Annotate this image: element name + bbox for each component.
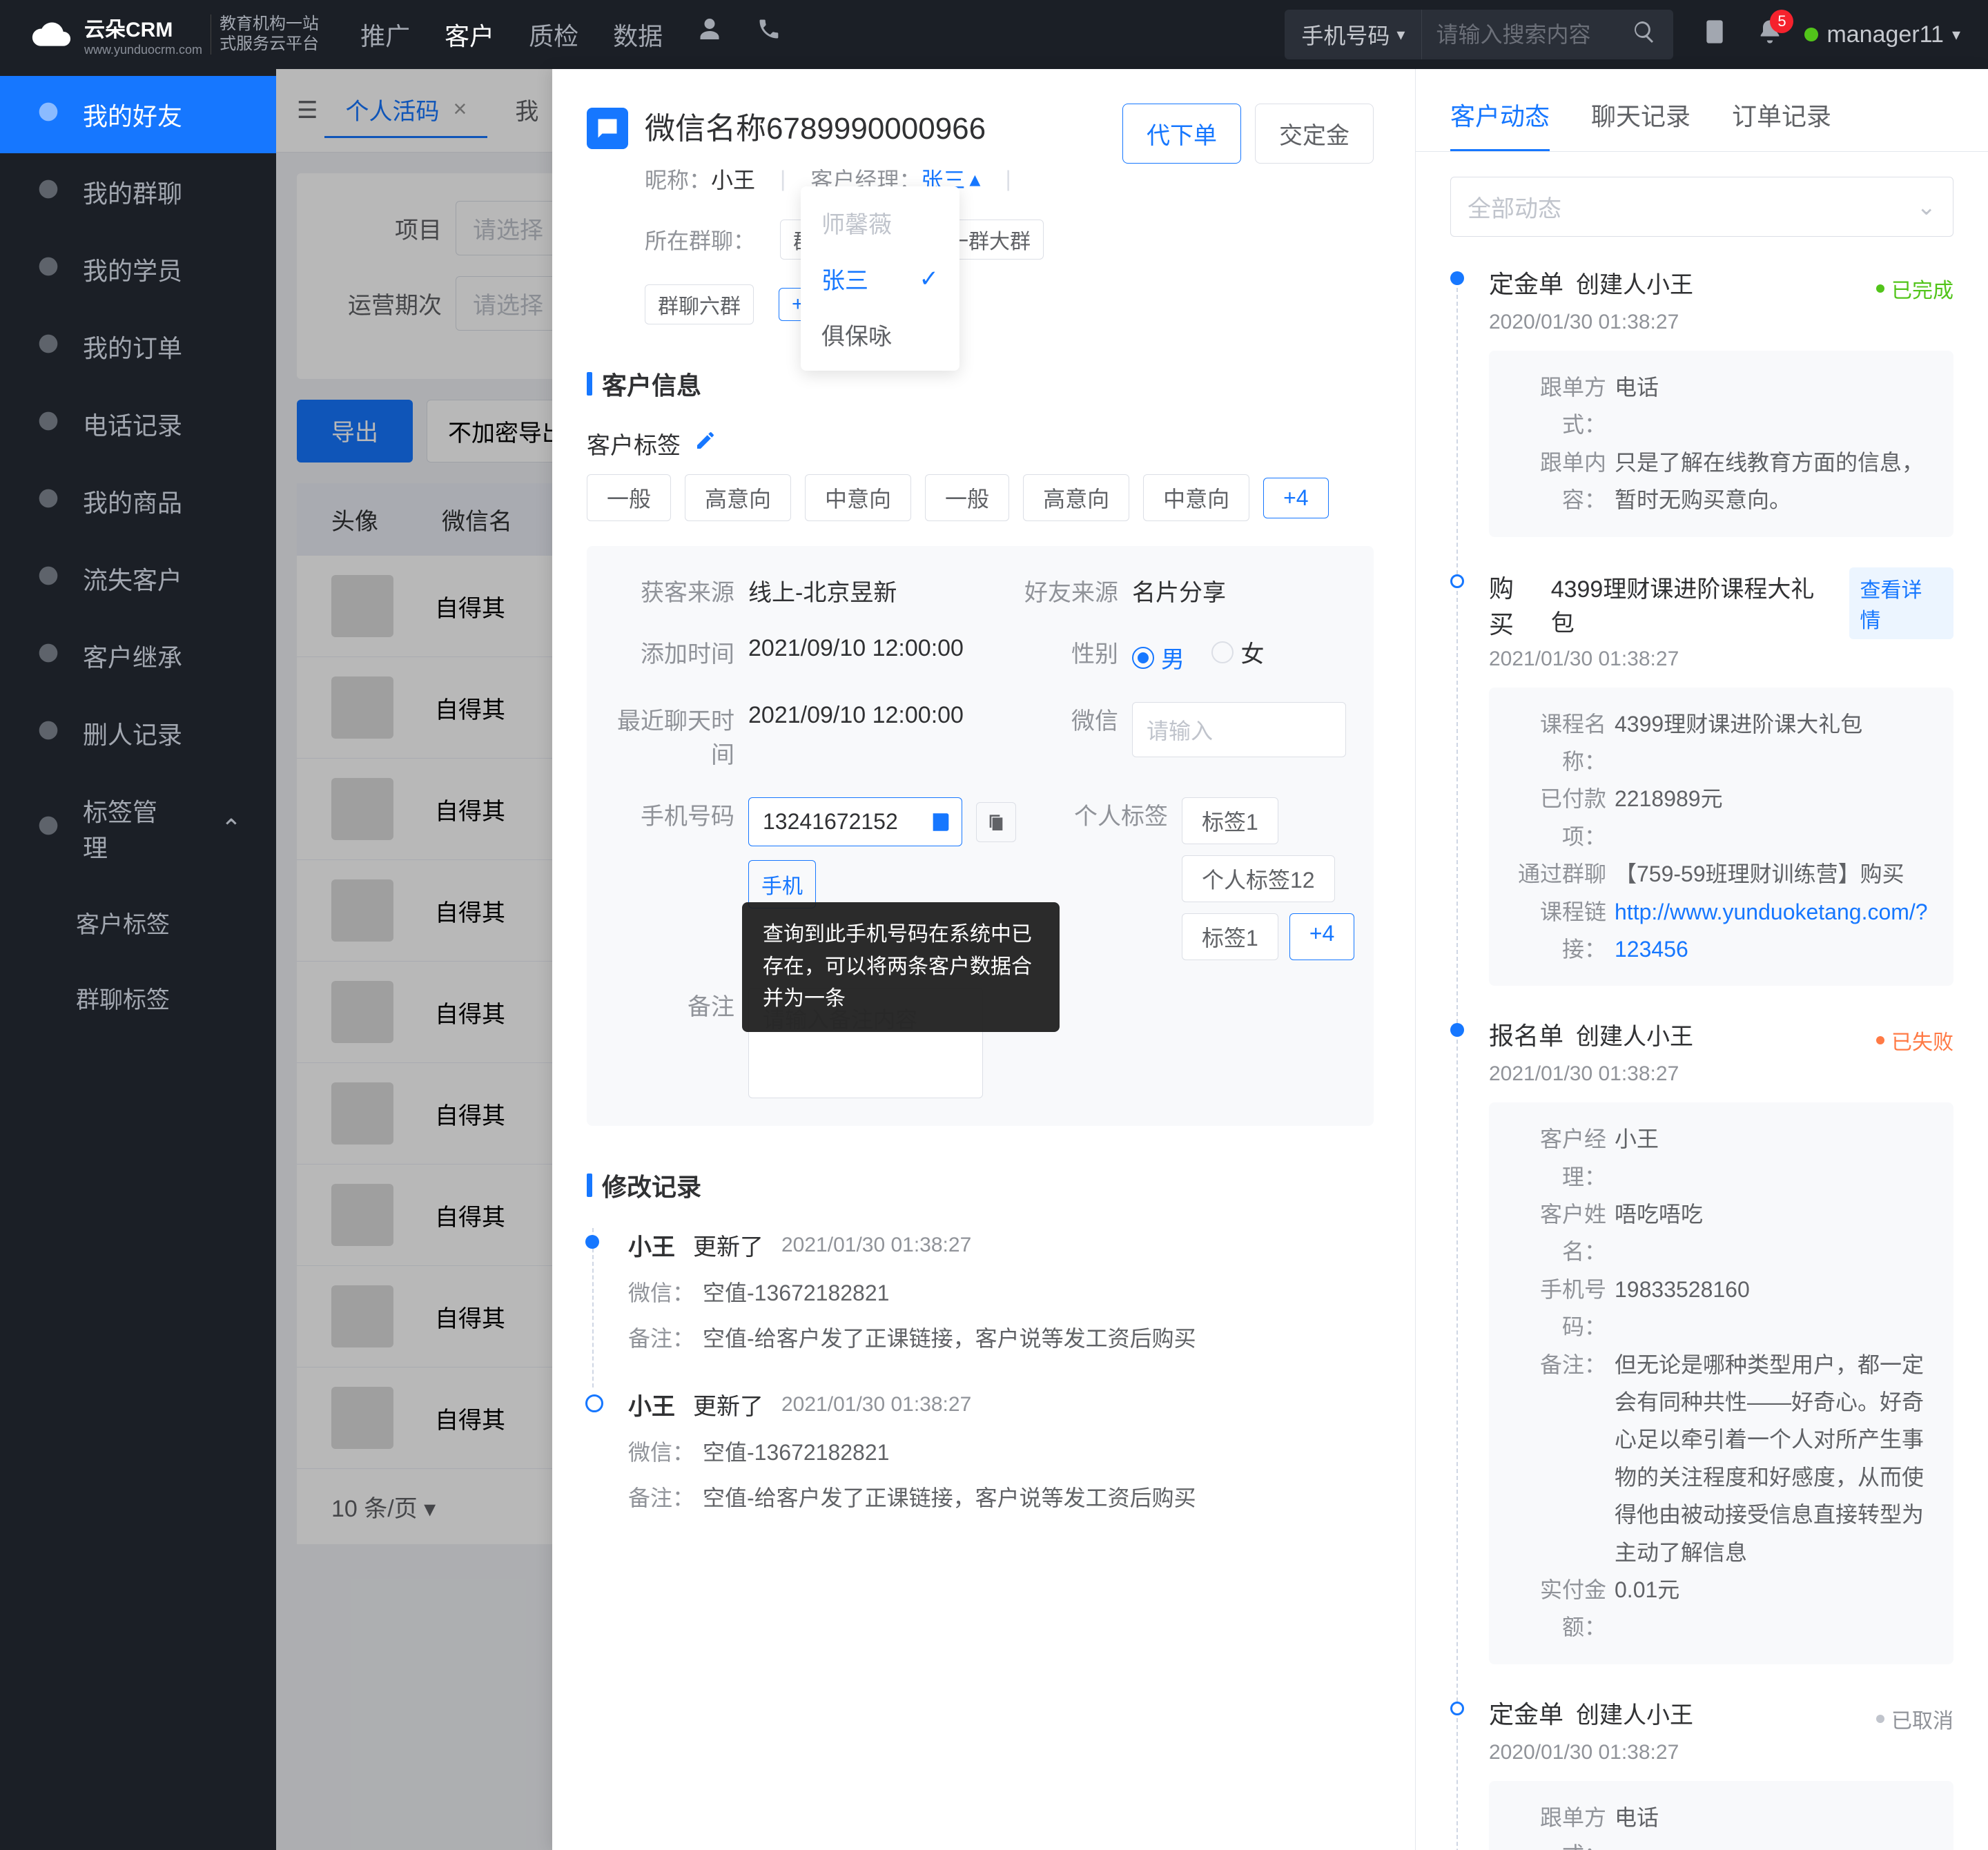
logo-text: 云朵CRM (84, 12, 202, 43)
sidebar-item[interactable]: 标签管理⌃ (0, 772, 276, 885)
contacts-icon[interactable] (929, 810, 953, 834)
manager-dropdown: 师馨薇 张三✓ 俱保咏 (801, 186, 959, 371)
tab-orders[interactable]: 订单记录 (1732, 97, 1831, 151)
inherit-icon (35, 639, 62, 673)
add-phone-button[interactable]: 手机 查询到此手机号码在系统中已存在，可以将两条客户数据合并为一条 (748, 860, 816, 908)
username: manager11 (1826, 21, 1944, 48)
copy-icon[interactable] (976, 802, 1016, 842)
sidebar: 我的好友我的群聊我的学员我的订单电话记录我的商品流失客户客户继承删人记录标签管理… (0, 69, 276, 1850)
nav-qc[interactable]: 质检 (529, 17, 578, 52)
notification-badge: 5 (1770, 10, 1793, 33)
cloud-logo-icon (28, 17, 76, 52)
sidebar-item[interactable]: 流失客户 (0, 540, 276, 617)
sidebar-item[interactable]: 电话记录 (0, 385, 276, 463)
delete-icon (35, 717, 62, 750)
chevron-up-icon: ▴ (969, 166, 980, 192)
customer-tag[interactable]: 一般 (587, 474, 671, 521)
timeline-item: 购买4399理财课进阶课程大礼包查看详情2021/01/30 01:38:27课… (1450, 567, 1953, 1017)
sidebar-item[interactable]: 群聊标签 (0, 960, 276, 1035)
sidebar-item[interactable]: 我的订单 (0, 308, 276, 385)
sidebar-item[interactable]: 我的群聊 (0, 153, 276, 231)
tags-label: 客户标签 (587, 427, 681, 460)
timeline-item: 报名单创建人小王已失败2021/01/30 01:38:27客户经理：小王客户姓… (1450, 1016, 1953, 1694)
nav-data[interactable]: 数据 (613, 17, 663, 52)
logo: 云朵CRM www.yunduocrm.com 教育机构一站式服务云平台 (28, 12, 319, 57)
gender-female-radio[interactable]: 女 (1211, 635, 1264, 669)
merge-tooltip: 查询到此手机号码在系统中已存在，可以将两条客户数据合并为一条 (742, 902, 1060, 1032)
customer-tag[interactable]: 高意向 (1023, 474, 1129, 521)
edit-tags-icon[interactable] (694, 429, 717, 458)
activity-filter-select[interactable]: 全部动态⌄ (1450, 177, 1953, 237)
filter-icon (35, 253, 62, 286)
search-type-select[interactable]: 手机号码▾ (1285, 10, 1422, 59)
timeline-item: 定金单创建人小王已完成2020/01/30 01:38:27跟单方式：电话跟单内… (1450, 264, 1953, 567)
section-change-log: 修改记录 (587, 1167, 1374, 1203)
gender-male-radio[interactable]: 男 (1132, 641, 1185, 674)
personal-tag[interactable]: 个人标签12 (1182, 855, 1335, 902)
manager-option[interactable]: 张三✓ (801, 251, 959, 306)
sidebar-item[interactable]: 我的学员 (0, 231, 276, 308)
chat-icon (35, 175, 62, 209)
chevron-up-icon: ⌃ (221, 814, 242, 843)
wechat-input[interactable]: 请输入 (1132, 702, 1346, 757)
view-detail-link[interactable]: 查看详情 (1849, 567, 1953, 639)
customer-tag[interactable]: 一般 (925, 474, 1009, 521)
user-menu[interactable]: manager11 ▾ (1804, 21, 1960, 48)
group-chip[interactable]: 群聊六群 (645, 284, 754, 324)
refresh-icon (35, 562, 62, 596)
status-dot-icon (1804, 28, 1818, 41)
tab-chatlog[interactable]: 聊天记录 (1591, 97, 1690, 151)
customer-drawer: 微信名称6789990000966 昵称：小王 | 客户经理：张三▴ | 所在群… (552, 69, 1988, 1850)
sidebar-item[interactable]: 客户继承 (0, 617, 276, 694)
nav-promo[interactable]: 推广 (360, 17, 410, 52)
sidebar-item[interactable]: 删人记录 (0, 694, 276, 772)
search: 手机号码▾ (1285, 10, 1673, 59)
topbar: 云朵CRM www.yunduocrm.com 教育机构一站式服务云平台 推广 … (0, 0, 1988, 69)
manager-option[interactable]: 俱保咏 (801, 306, 959, 362)
clock-icon (35, 98, 62, 132)
customer-icon (587, 108, 628, 149)
section-customer-info: 客户信息 (587, 366, 1374, 402)
personal-tag[interactable]: 标签1 (1182, 913, 1278, 960)
sidebar-item[interactable]: 我的好友 (0, 76, 276, 153)
personal-tag[interactable]: 标签1 (1182, 797, 1278, 844)
log-item: 小王更新了2021/01/30 01:38:27微信：空值-1367218282… (592, 1228, 1374, 1388)
check-icon: ✓ (919, 265, 939, 293)
proxy-order-button[interactable]: 代下单 (1122, 104, 1241, 164)
sidebar-item[interactable]: 客户标签 (0, 885, 276, 960)
sidebar-item[interactable]: 我的商品 (0, 463, 276, 540)
nav-customer[interactable]: 客户 (445, 17, 494, 52)
customer-tag[interactable]: 中意向 (1143, 474, 1249, 521)
customer-title: 微信名称6789990000966 (645, 104, 1106, 148)
timeline-item: 定金单创建人小王已取消2020/01/30 01:38:27跟单方式：电话跟单内… (1450, 1695, 1953, 1850)
bell-icon[interactable]: 5 (1756, 18, 1784, 52)
thumb-icon (35, 330, 62, 364)
chevron-down-icon: ▾ (1952, 25, 1960, 45)
chevron-down-icon: ⌄ (1917, 193, 1937, 221)
tags-more[interactable]: +4 (1263, 478, 1328, 518)
customer-tag[interactable]: 高意向 (685, 474, 791, 521)
tab-activity[interactable]: 客户动态 (1450, 97, 1550, 151)
mobile-icon[interactable] (1701, 18, 1728, 52)
search-input[interactable] (1422, 22, 1615, 48)
nav-user-icon[interactable] (697, 17, 722, 52)
log-item: 小王更新了2021/01/30 01:38:27微信：空值-1367218282… (592, 1388, 1374, 1547)
customer-tag[interactable]: 中意向 (805, 474, 911, 521)
topnav: 推广 客户 质检 数据 (360, 17, 781, 52)
box-icon (35, 485, 62, 518)
deposit-button[interactable]: 交定金 (1255, 104, 1374, 164)
manager-option[interactable]: 师馨薇 (801, 195, 959, 251)
nav-phone-icon[interactable] (757, 17, 781, 52)
ptags-more[interactable]: +4 (1289, 913, 1354, 960)
phone-icon (35, 407, 62, 441)
tag-icon (35, 812, 62, 846)
search-icon[interactable] (1615, 19, 1673, 50)
